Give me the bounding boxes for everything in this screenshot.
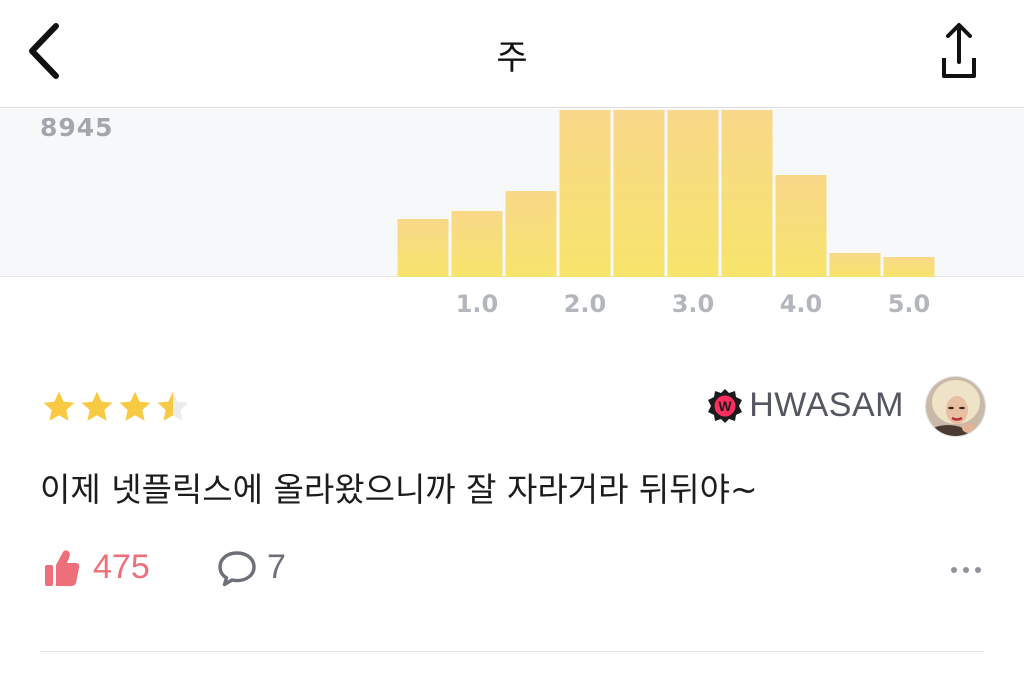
distribution-bar [451,211,503,277]
svg-text:W: W [719,398,733,414]
like-count: 475 [93,548,150,586]
star-full-icon [43,391,75,421]
divider [40,651,984,652]
author-name: HWASAM [749,386,904,424]
distribution-bar [829,253,881,277]
star-full-icon [81,391,113,421]
comment-bubble-icon [218,550,256,586]
author-link[interactable]: W HWASAM [707,386,904,425]
watcha-badge-icon: W [708,388,743,423]
tick-label: 2.0 [563,290,607,318]
share-icon [942,23,976,78]
rating-distribution-chart: 8945 [0,109,1024,277]
distribution-bar [613,110,665,277]
tick-label: 1.0 [455,290,499,318]
star-full-icon [119,391,151,421]
tick-label: 4.0 [779,290,823,318]
comment-count: 7 [267,548,286,586]
thumbs-up-icon [45,549,80,586]
distribution-bar [667,110,719,277]
user-avatar-image [926,377,985,436]
distribution-bar [559,110,611,277]
distribution-axis: 1.0 2.0 3.0 4.0 5.0 [0,290,1024,326]
distribution-bar [721,110,773,277]
more-dots-icon [951,567,981,573]
tick-label: 3.0 [671,290,715,318]
distribution-bar [775,175,827,277]
distribution-bars [397,110,935,277]
distribution-bar [505,191,557,277]
comment-button[interactable]: 7 [217,548,286,587]
star-half-icon [157,391,189,421]
top-bar: 주 [0,0,1024,108]
tick-label: 5.0 [887,290,931,318]
distribution-bar [397,219,449,277]
distribution-bar [883,257,935,277]
avatar[interactable] [925,376,986,437]
like-button[interactable]: 475 [44,548,150,587]
share-button[interactable] [930,20,982,82]
more-options-button[interactable] [946,558,986,582]
review-text: 이제 넷플릭스에 올라왔으니까 잘 자라거라 뒤뒤야~ [40,470,758,509]
page-title: 주 [496,38,528,78]
star-rating [40,389,192,425]
